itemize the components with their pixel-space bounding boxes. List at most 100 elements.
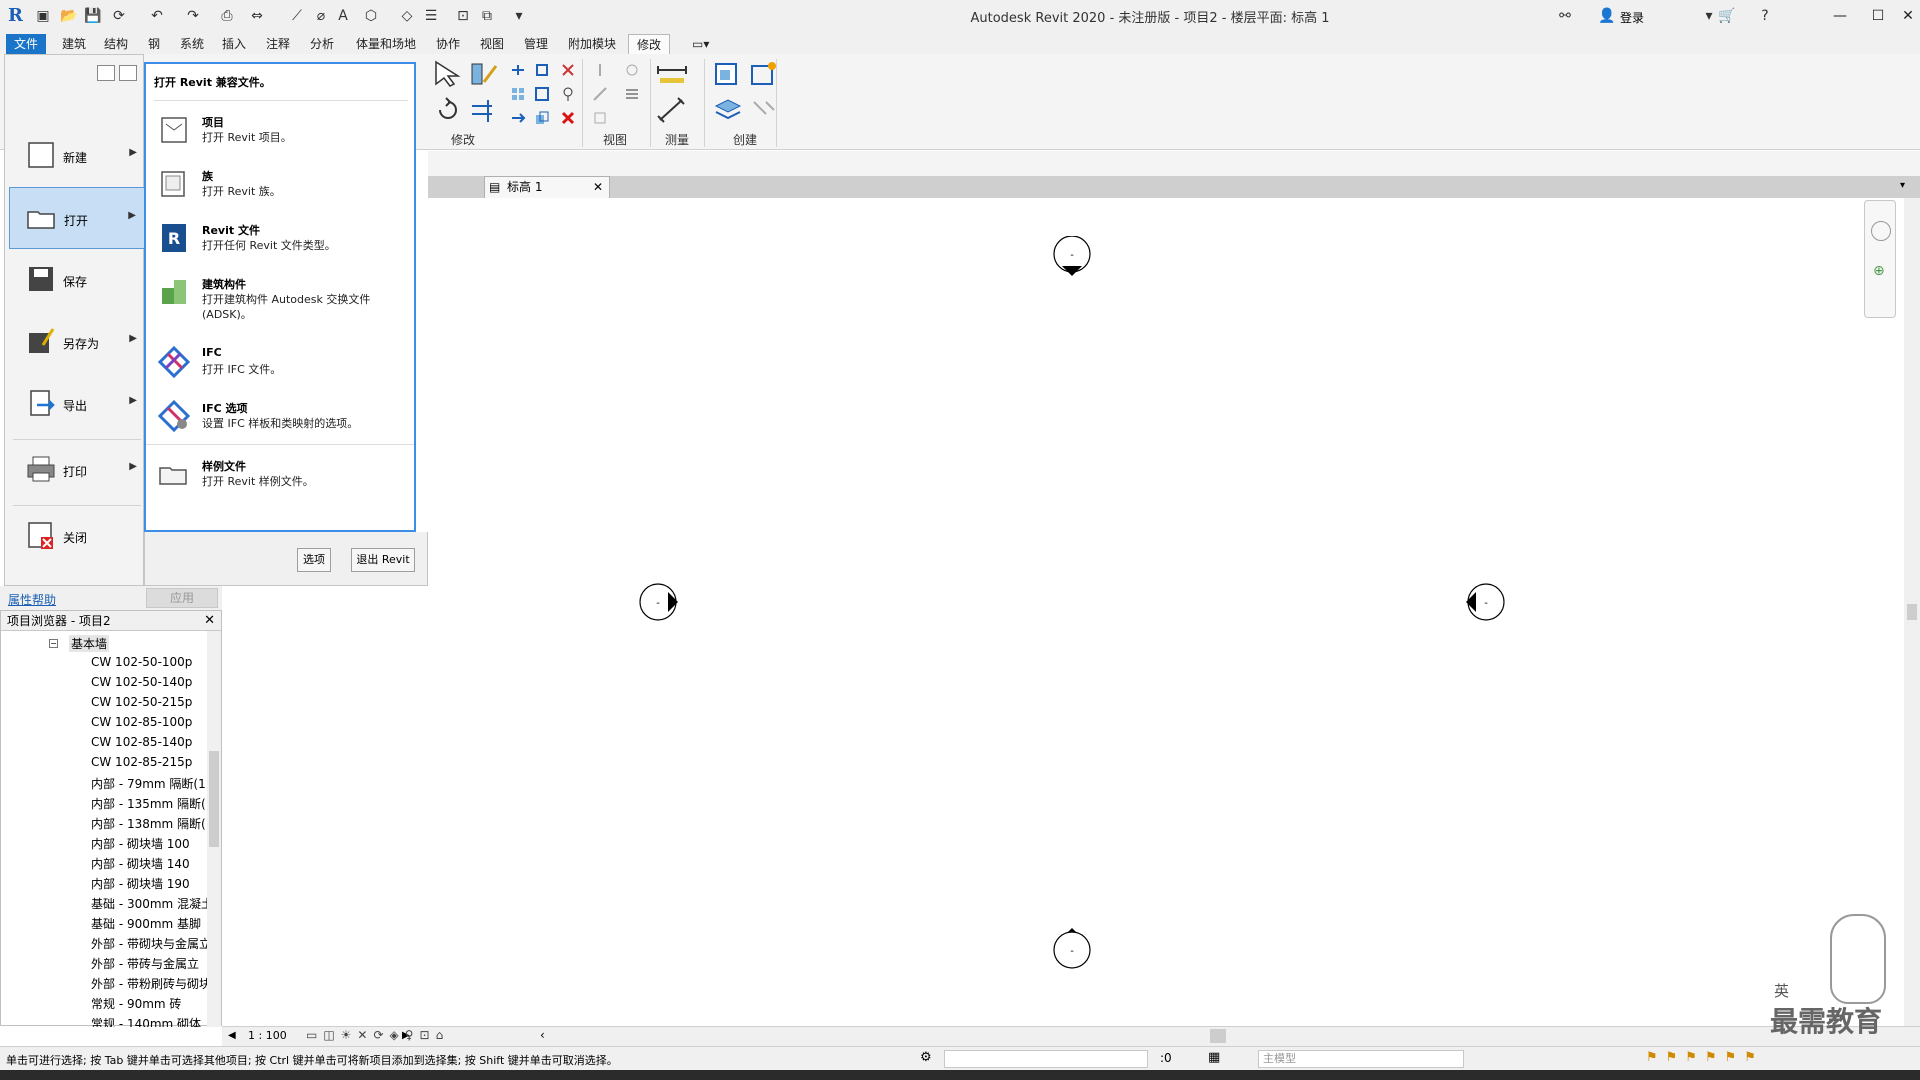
redo-icon[interactable]: ↷ [184, 7, 202, 25]
selection-toggle-icons[interactable]: ⚑⚑⚑⚑⚑⚑ [1646, 1050, 1764, 1065]
rotate-icon[interactable] [432, 96, 464, 124]
array-icon[interactable] [510, 86, 526, 102]
open-documents-icon[interactable] [119, 65, 137, 81]
tab-menu-icon[interactable]: ▾ [1900, 180, 1905, 191]
elevation-marker-west[interactable]: - [638, 582, 692, 622]
tab-collaborate[interactable]: 协作 [428, 34, 468, 54]
menu-item-save-as[interactable]: 另存为 ▶ [9, 311, 145, 373]
customize-qat-icon[interactable]: ▾ [510, 7, 528, 25]
submenu-item-ifc-options[interactable]: IFC 选项 设置 IFC 样板和类映射的选项。 [158, 400, 412, 440]
section-icon[interactable]: ◇ [398, 7, 416, 25]
tab-annotate[interactable]: 注释 [258, 34, 298, 54]
help-icon[interactable]: ? [1756, 7, 1774, 25]
view-control-icons[interactable]: ▭◫☀✕⟳◈♀⊡⌂ [306, 1028, 449, 1042]
submenu-item-project[interactable]: 项目 打开 Revit 项目。 [158, 114, 412, 154]
modify-select-icon[interactable] [432, 60, 464, 88]
submenu-item-revit-file[interactable]: R Revit 文件 打开任何 Revit 文件类型。 [158, 222, 412, 262]
tab-modify[interactable]: 修改 [628, 34, 671, 54]
text-icon[interactable]: A [334, 7, 352, 25]
tab-context-toggle[interactable]: ▭▾ [684, 34, 717, 54]
recent-documents-icon[interactable] [97, 65, 115, 81]
tree-item[interactable]: 内部 - 79mm 隔断(1 [91, 775, 207, 792]
tree-item[interactable]: 内部 - 砌块墙 100 [91, 835, 207, 852]
thin-lines-ribbon-icon[interactable] [624, 86, 640, 102]
menu-item-save[interactable]: 保存 [9, 249, 145, 311]
revit-logo-icon[interactable]: R [8, 6, 26, 26]
copy-icon[interactable] [534, 110, 550, 126]
tree-item[interactable]: 内部 - 砌块墙 190 [91, 875, 207, 892]
tree-item[interactable]: 内部 - 砌块墙 140 [91, 855, 207, 872]
tag-icon[interactable]: ⌀ [312, 7, 330, 25]
tab-systems[interactable]: 系统 [172, 34, 212, 54]
zoom-icon[interactable]: ⊕ [1873, 263, 1885, 279]
tab-structure[interactable]: 结构 [96, 34, 136, 54]
tab-file[interactable]: 文件 [6, 34, 46, 54]
properties-help-link[interactable]: 属性帮助 [8, 591, 56, 608]
cart-icon[interactable]: 🛒 [1718, 7, 1736, 25]
exit-revit-button[interactable]: 退出 Revit [351, 548, 415, 572]
thin-lines-icon[interactable]: ☰ [422, 7, 440, 25]
pin-icon[interactable] [560, 86, 576, 102]
binoculars-icon[interactable]: ⚯ [1556, 7, 1574, 25]
close-hidden-icon[interactable]: ⊡ [454, 7, 472, 25]
submenu-item-family[interactable]: 族 打开 Revit 族。 [158, 168, 412, 208]
menu-item-open[interactable]: 打开 ▶ [9, 187, 145, 249]
tree-item[interactable]: 常规 - 140mm 砌体 [91, 1015, 207, 1027]
elevation-marker-east[interactable]: - [1452, 582, 1506, 622]
close-window-button[interactable]: ✕ [1896, 6, 1920, 26]
create-assembly-icon[interactable] [712, 60, 744, 88]
open-icon[interactable]: 📂 [60, 7, 78, 25]
tree-group-basic-wall[interactable]: 基本墙 [69, 635, 110, 652]
tab-insert[interactable]: 插入 [214, 34, 254, 54]
tab-addins[interactable]: 附加模块 [560, 34, 624, 54]
view-light-icon[interactable] [624, 62, 640, 78]
tree-item[interactable]: 常规 - 90mm 砖 [91, 995, 207, 1012]
save-icon[interactable]: 💾 [84, 7, 102, 25]
scale-icon[interactable] [534, 86, 550, 102]
vertical-scrollbar[interactable] [1904, 198, 1920, 1026]
minimize-button[interactable]: — [1828, 6, 1852, 26]
override-graphics-icon[interactable] [592, 86, 608, 102]
3d-view-icon[interactable]: ⬡ [362, 7, 380, 25]
tab-analyze[interactable]: 分析 [302, 34, 342, 54]
close-tab-icon[interactable]: ✕ [593, 177, 603, 197]
tree-item[interactable]: CW 102-85-140p [91, 735, 207, 749]
tree-item[interactable]: 基础 - 300mm 混凝土 [91, 895, 207, 912]
user-icon[interactable]: 👤 [1598, 7, 1616, 25]
menu-item-new[interactable]: 新建 ▶ [9, 125, 145, 187]
delete-icon[interactable] [560, 110, 576, 126]
drawing-canvas[interactable]: - - - - [428, 198, 1904, 1026]
dimension-icon[interactable]: ⟋ [288, 7, 306, 25]
design-options-icon[interactable]: ▦ [1208, 1050, 1220, 1065]
print-icon[interactable]: ⎙ [218, 7, 236, 25]
mirror-icon[interactable] [560, 62, 576, 78]
tab-steel[interactable]: 钢 [140, 34, 168, 54]
elevation-marker-south[interactable]: - [1052, 918, 1092, 970]
submenu-item-sample-files[interactable]: 样例文件 打开 Revit 样例文件。 [158, 458, 412, 498]
model-dropdown[interactable]: 主模型 [1258, 1050, 1464, 1068]
measure-icon[interactable]: ⇔ [248, 7, 266, 25]
tree-item[interactable]: 外部 - 带砖与金属立 [91, 955, 207, 972]
menu-item-export[interactable]: 导出 ▶ [9, 373, 145, 435]
menu-item-print[interactable]: 打印 ▶ [9, 439, 145, 501]
elevation-marker-north[interactable]: - [1052, 236, 1092, 284]
dimension-aligned-icon[interactable] [656, 96, 688, 124]
tree-item[interactable]: CW 102-85-215p [91, 755, 207, 769]
tree-item[interactable]: 外部 - 带粉刷砖与砌块 [91, 975, 207, 992]
submenu-item-building-component[interactable]: 建筑构件 打开建筑构件 Autodesk 交换文件 (ADSK)。 [158, 276, 412, 326]
sign-in-link[interactable]: 登录 [1620, 9, 1644, 26]
menu-item-close[interactable]: 关闭 [9, 505, 145, 567]
align-icon[interactable] [510, 62, 526, 78]
trim-icon[interactable] [468, 96, 500, 124]
paint-icon[interactable] [468, 60, 500, 88]
steering-wheel-icon[interactable] [1871, 221, 1891, 241]
undo-icon[interactable]: ↶ [148, 7, 166, 25]
tab-architecture[interactable]: 建筑 [54, 34, 94, 54]
submenu-item-ifc[interactable]: IFC 打开 IFC 文件。 [158, 346, 412, 386]
browser-scrollbar[interactable] [207, 631, 221, 1027]
vertical-scrollbar-thumb[interactable] [1907, 604, 1917, 620]
tree-item[interactable]: CW 102-50-140p [91, 675, 207, 689]
horizontal-scrollbar-thumb[interactable] [1210, 1029, 1226, 1043]
tree-item[interactable]: 外部 - 带砌块与金属立 [91, 935, 207, 952]
close-browser-icon[interactable]: ✕ [204, 611, 215, 631]
